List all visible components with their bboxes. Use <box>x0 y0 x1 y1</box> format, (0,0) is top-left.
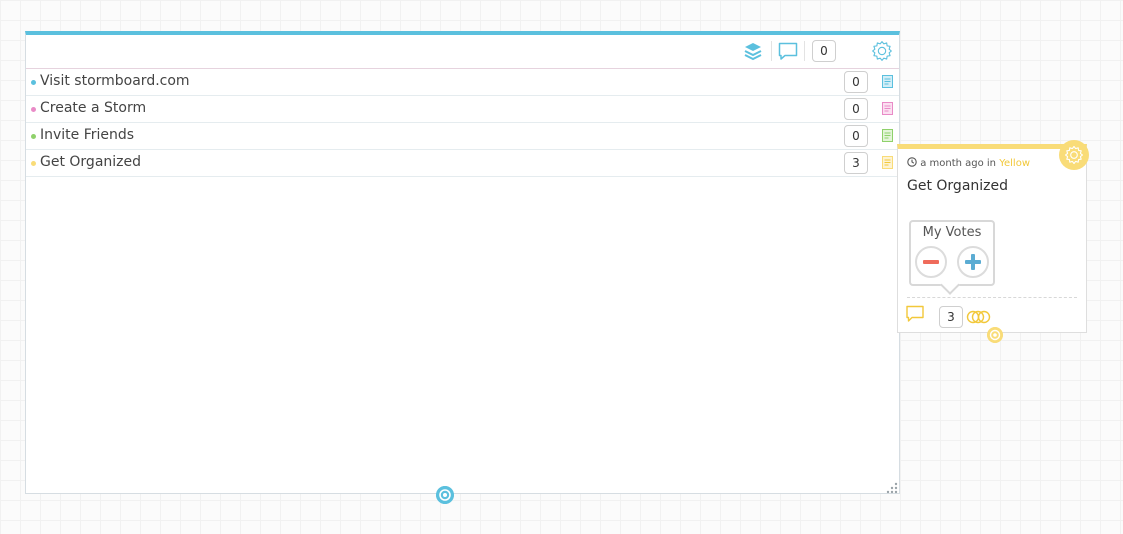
popover-tip <box>940 275 960 295</box>
list-item-count: 0 <box>844 125 868 147</box>
section-panel: 0 Visit stormboard.com 0 Create a Storm … <box>25 31 900 494</box>
layers-icon[interactable] <box>742 40 764 62</box>
vote-count: 3 <box>939 306 963 328</box>
list-item-label: Create a Storm <box>40 100 147 116</box>
clock-icon <box>907 157 917 167</box>
gear-icon[interactable] <box>871 40 893 62</box>
minus-icon <box>923 260 939 264</box>
list-item-dot <box>31 161 36 166</box>
list-item-count: 0 <box>844 71 868 93</box>
link-icon[interactable] <box>966 310 992 324</box>
card-connector-handle[interactable] <box>987 327 1003 343</box>
card-time: a month ago in <box>920 158 997 169</box>
card-divider <box>907 297 1077 298</box>
gear-icon <box>1064 145 1084 165</box>
toolbar-divider <box>804 41 805 61</box>
vote-up-button[interactable] <box>957 246 989 278</box>
list-item[interactable]: Invite Friends 0 <box>26 123 899 150</box>
comment-icon[interactable] <box>777 40 799 62</box>
card-title[interactable]: Get Organized <box>907 178 1008 194</box>
plus-icon <box>965 254 981 270</box>
list-item-label: Get Organized <box>40 154 142 170</box>
list-item[interactable]: Get Organized 3 <box>26 150 899 177</box>
list-item-dot <box>31 80 36 85</box>
list-item-label: Visit stormboard.com <box>40 73 190 89</box>
votes-popover: My Votes <box>909 220 995 295</box>
note-icon[interactable] <box>882 129 893 142</box>
note-icon[interactable] <box>882 75 893 88</box>
list-item-dot <box>31 134 36 139</box>
card-settings-button[interactable] <box>1059 140 1089 170</box>
resize-handle-icon[interactable] <box>886 482 898 494</box>
card-color-tag[interactable]: Yellow <box>999 158 1030 169</box>
note-icon[interactable] <box>882 156 893 169</box>
comment-icon[interactable] <box>905 304 925 324</box>
list-item[interactable]: Visit stormboard.com 0 <box>26 69 899 96</box>
list-item-label: Invite Friends <box>40 127 135 143</box>
vote-down-button[interactable] <box>915 246 947 278</box>
note-icon[interactable] <box>882 102 893 115</box>
comment-count: 0 <box>812 40 836 62</box>
list-item-dot <box>31 107 36 112</box>
list-item[interactable]: Create a Storm 0 <box>26 96 899 123</box>
panel-toolbar: 0 <box>26 35 899 69</box>
idea-card[interactable]: a month ago in Yellow Get Organized My V… <box>897 140 1089 343</box>
list-item-count: 0 <box>844 98 868 120</box>
connector-handle[interactable] <box>436 486 454 504</box>
toolbar-divider <box>771 41 772 61</box>
votes-label: My Votes <box>922 225 982 240</box>
card-meta: a month ago in Yellow <box>907 157 1030 169</box>
list-item-count: 3 <box>844 152 868 174</box>
